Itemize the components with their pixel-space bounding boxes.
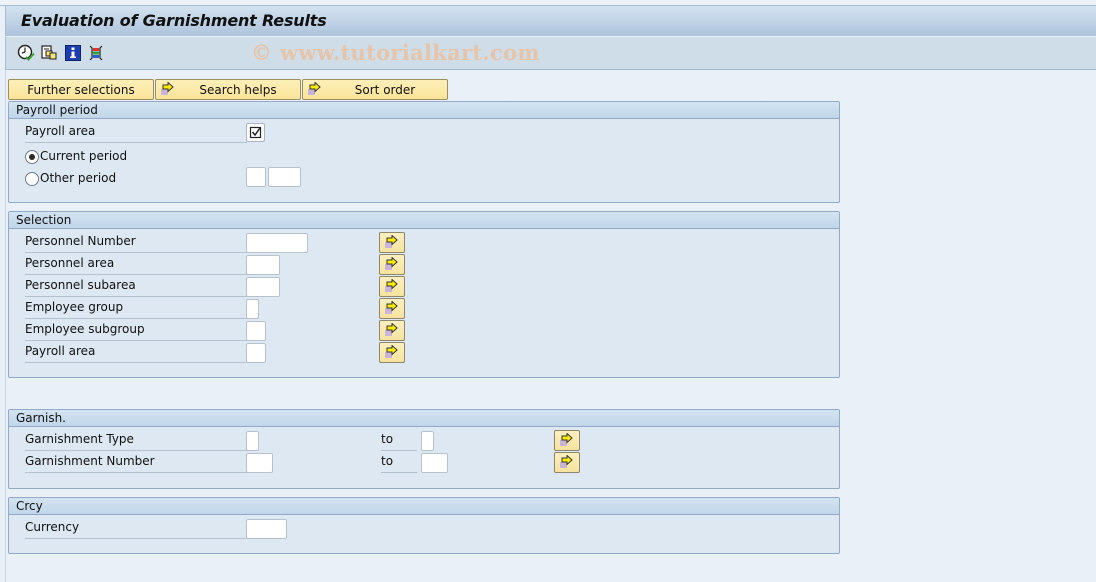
garnishment-type-from-field[interactable]: [246, 431, 259, 451]
personnel-number-label: Personnel Number: [25, 234, 247, 253]
employee-group-field[interactable]: [246, 299, 259, 319]
left-border: [5, 70, 6, 582]
payroll-period-header: Payroll period: [9, 102, 839, 119]
payroll-area-selection-label: Payroll area: [25, 344, 247, 363]
garnishment-number-from-field[interactable]: [246, 453, 273, 473]
payroll-area-row: Payroll area: [25, 121, 825, 143]
employee-group-label: Employee group: [25, 300, 247, 319]
personnel-area-label: Personnel area: [25, 256, 247, 275]
application-toolbar: © www.tutorialkart.com: [5, 37, 1096, 70]
employee-subgroup-row: Employee subgroup: [25, 319, 825, 341]
payroll-area-label: Payroll area: [25, 124, 247, 143]
current-period-option[interactable]: Current period: [25, 149, 225, 167]
get-variant-icon[interactable]: [40, 44, 58, 62]
garnish-group: Garnish. Garnishment Type to Garnishment…: [8, 409, 840, 489]
currency-field[interactable]: [246, 519, 287, 539]
garnishment-type-multiple-selection-button[interactable]: [554, 430, 580, 451]
garnishment-number-label: Garnishment Number: [25, 454, 247, 473]
personnel-area-multiple-selection-button[interactable]: [379, 254, 405, 275]
page-title: Evaluation of Garnishment Results: [21, 11, 327, 30]
further-selections-button[interactable]: Further selections: [8, 79, 154, 100]
payroll-area-selection-row: Payroll area: [25, 341, 825, 363]
personnel-subarea-field[interactable]: [246, 277, 280, 297]
personnel-number-field[interactable]: [246, 233, 308, 253]
personnel-subarea-multiple-selection-button[interactable]: [379, 276, 405, 297]
title-bar: Evaluation of Garnishment Results: [5, 6, 1096, 37]
personnel-subarea-label: Personnel subarea: [25, 278, 247, 297]
current-period-label: Current period: [40, 149, 128, 163]
further-selections-label: Further selections: [27, 83, 135, 97]
search-helps-label: Search helps: [199, 83, 277, 97]
personnel-area-row: Personnel area: [25, 253, 825, 275]
personnel-subarea-row: Personnel subarea: [25, 275, 825, 297]
sort-order-button[interactable]: Sort order: [302, 79, 448, 100]
garnish-header: Garnish.: [9, 410, 839, 427]
search-helps-button[interactable]: Search helps: [155, 79, 301, 100]
other-period-field-2[interactable]: [268, 167, 301, 187]
payroll-period-group: Payroll period Payroll area Current peri…: [8, 101, 840, 203]
sort-order-label: Sort order: [354, 83, 416, 97]
currency-row: Currency: [25, 517, 825, 539]
garnishment-number-to-field[interactable]: [421, 453, 448, 473]
employee-subgroup-label: Employee subgroup: [25, 322, 247, 341]
personnel-number-multiple-selection-button[interactable]: [379, 232, 405, 253]
garnishment-number-to-label: to: [381, 454, 417, 473]
garnishment-type-to-label: to: [381, 432, 417, 451]
employee-group-row: Employee group: [25, 297, 825, 319]
other-period-option[interactable]: Other period: [25, 171, 225, 189]
currency-header: Crcy: [9, 498, 839, 515]
other-period-field-1[interactable]: [246, 167, 266, 187]
other-period-radio[interactable]: [25, 172, 39, 186]
employee-subgroup-field[interactable]: [246, 321, 266, 341]
personnel-number-row: Personnel Number: [25, 231, 825, 253]
selection-header: Selection: [9, 212, 839, 229]
currency-group: Crcy Currency: [8, 497, 840, 554]
garnishment-number-multiple-selection-button[interactable]: [554, 452, 580, 473]
employee-group-multiple-selection-button[interactable]: [379, 298, 405, 319]
garnishment-type-label: Garnishment Type: [25, 432, 247, 451]
payroll-area-selection-field[interactable]: [246, 343, 266, 363]
program-info-icon[interactable]: [64, 44, 82, 62]
payroll-area-multiple-selection-button[interactable]: [379, 342, 405, 363]
selection-group: Selection Personnel Number Personnel are…: [8, 211, 840, 378]
execute-icon[interactable]: [17, 44, 35, 62]
watermark: © www.tutorialkart.com: [251, 40, 540, 65]
employee-subgroup-multiple-selection-button[interactable]: [379, 320, 405, 341]
currency-label: Currency: [25, 520, 247, 539]
selection-options-icon[interactable]: [87, 44, 105, 62]
personnel-area-field[interactable]: [246, 255, 280, 275]
payroll-area-checkbox[interactable]: [246, 123, 265, 142]
garnishment-type-to-field[interactable]: [421, 431, 434, 451]
other-period-label: Other period: [40, 171, 117, 185]
current-period-radio[interactable]: [25, 150, 39, 164]
